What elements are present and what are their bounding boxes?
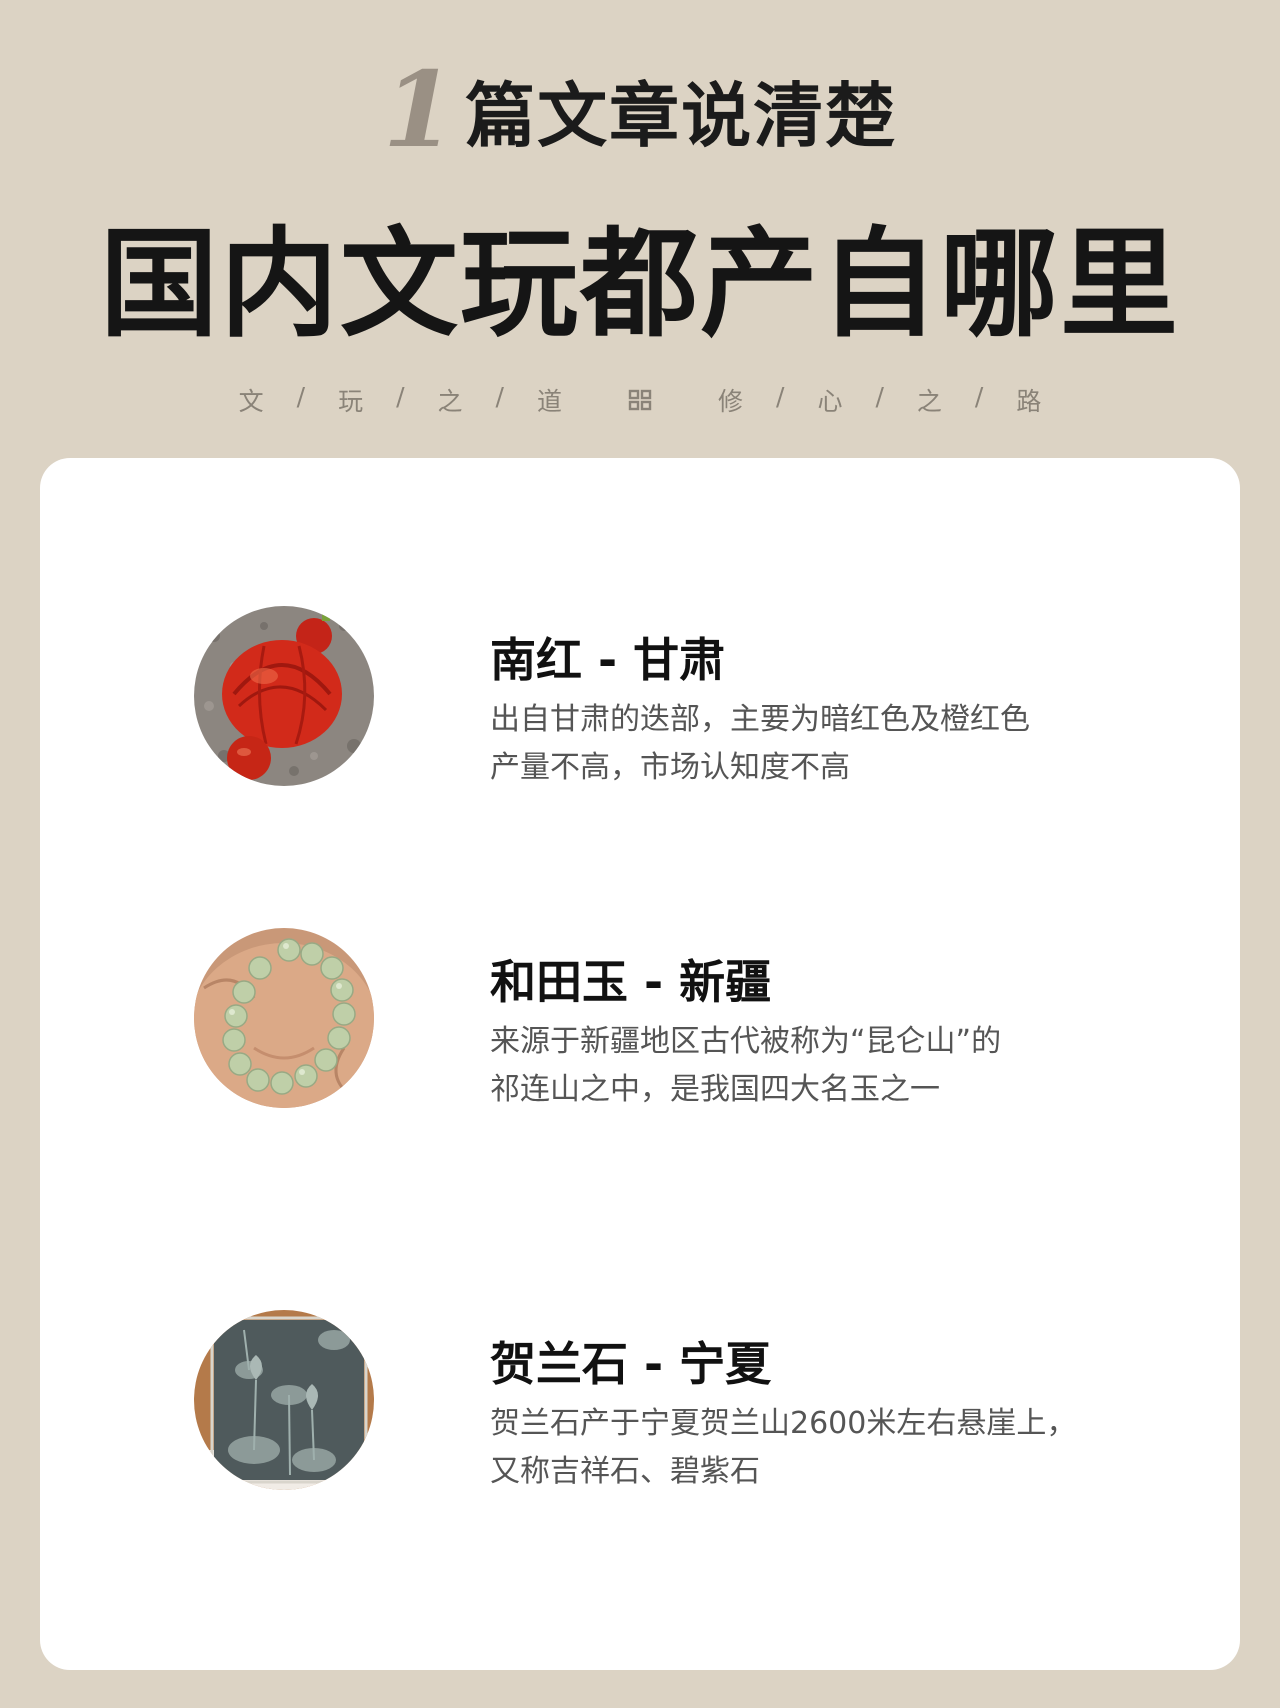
- description-line: 又称吉祥石、碧紫石: [490, 1454, 760, 1489]
- subtitle-text: 篇文章说清楚: [465, 75, 898, 157]
- motto-right: 修 / 心 / 之 / 路: [718, 382, 1041, 418]
- content-card: 南红 - 甘肃 出自甘肃的迭部，主要为暗红色及橙红色 产量不高，市场认知度不高: [40, 458, 1240, 1670]
- motto-char: /: [296, 382, 306, 411]
- description-line: 祁连山之中，是我国四大名玉之一: [490, 1072, 940, 1107]
- description-line: 出自甘肃的迭部，主要为暗红色及橙红色: [490, 702, 1030, 737]
- motto-char: /: [974, 382, 984, 411]
- motto-char: 玩: [338, 387, 364, 416]
- item-description: 贺兰石产于宁夏贺兰山2600米左右悬崖上， 又称吉祥石、碧紫石: [490, 1400, 1210, 1496]
- motto-char: 修: [718, 387, 744, 416]
- motto-char: 路: [1016, 387, 1042, 416]
- description-line: 产量不高，市场认知度不高: [490, 750, 850, 785]
- subtitle-line: 1 篇文章说清楚: [0, 48, 1280, 171]
- motto-char: 道: [536, 387, 562, 416]
- item-description: 出自甘肃的迭部，主要为暗红色及橙红色 产量不高，市场认知度不高: [490, 696, 1210, 792]
- motto-char: 之: [437, 387, 463, 416]
- page-title: 国内文玩都产自哪里: [99, 214, 1180, 353]
- description-line: 来源于新疆地区古代被称为“昆仑山”的: [490, 1024, 1002, 1059]
- motto-char: /: [396, 382, 405, 411]
- item-description: 来源于新疆地区古代被称为“昆仑山”的 祁连山之中，是我国四大名玉之一: [490, 1018, 1210, 1114]
- ornament-icon: [628, 388, 652, 412]
- motto-char: /: [875, 382, 884, 411]
- list-item-nanhong: 南红 - 甘肃 出自甘肃的迭部，主要为暗红色及橙红色 产量不高，市场认知度不高: [40, 606, 1240, 806]
- header: 1 篇文章说清楚 国内文玩都产自哪里 文 / 玩 / 之 / 道 修 / 心 /…: [0, 0, 1280, 450]
- helan-stone-carving-photo: [194, 1310, 374, 1490]
- list-item-helan: 贺兰石 - 宁夏 贺兰石产于宁夏贺兰山2600米左右悬崖上， 又称吉祥石、碧紫石: [40, 1310, 1240, 1510]
- motto: 文 / 玩 / 之 / 道 修 / 心 / 之 / 路: [0, 382, 1280, 418]
- jade-bracelet-photo: [194, 928, 374, 1108]
- description-line: 贺兰石产于宁夏贺兰山2600米左右悬崖上，: [490, 1406, 1077, 1441]
- item-title: 贺兰石 - 宁夏: [490, 1337, 772, 1391]
- item-title: 南红 - 甘肃: [490, 633, 726, 687]
- title-number: 1: [382, 48, 458, 171]
- list-item-hetian: 和田玉 - 新疆 来源于新疆地区古代被称为“昆仑山”的 祁连山之中，是我国四大名…: [40, 928, 1240, 1128]
- motto-char: /: [495, 382, 504, 411]
- motto-char: 之: [916, 387, 942, 416]
- motto-char: 文: [238, 387, 264, 416]
- motto-char: 心: [817, 387, 843, 416]
- motto-left: 文 / 玩 / 之 / 道: [239, 382, 562, 418]
- item-title: 和田玉 - 新疆: [490, 955, 772, 1009]
- red-agate-photo: [194, 606, 374, 786]
- motto-char: /: [776, 382, 785, 411]
